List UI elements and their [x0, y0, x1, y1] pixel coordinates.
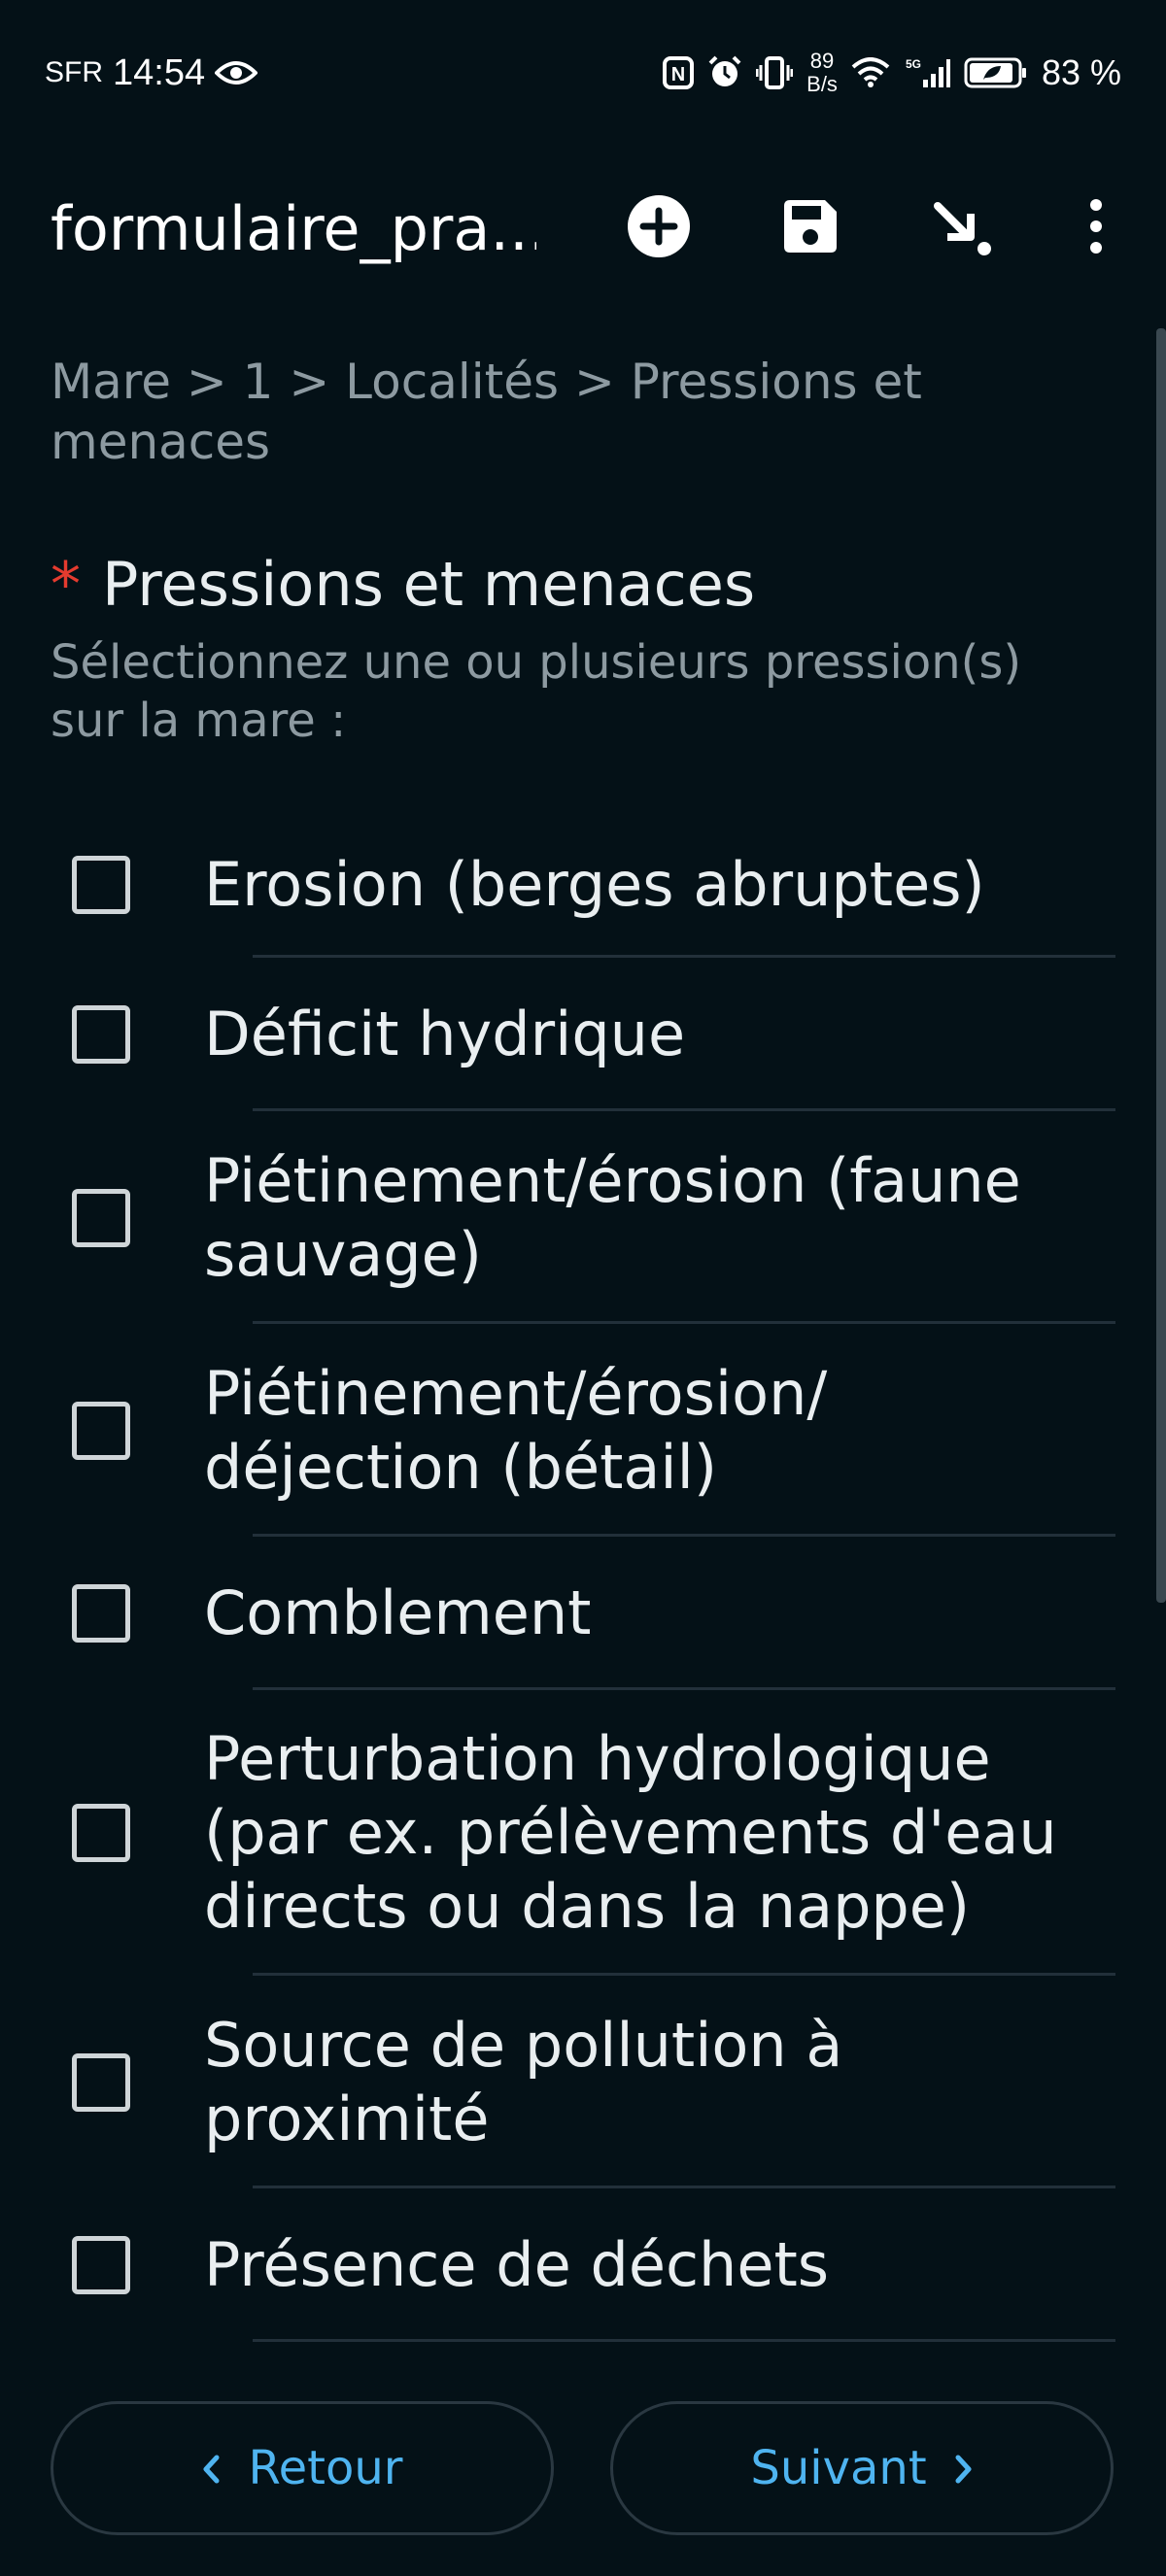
- next-button-label: Suivant: [750, 2441, 927, 2495]
- alarm-icon: [707, 55, 742, 90]
- more-options-button[interactable]: [1089, 199, 1103, 257]
- save-icon: [780, 196, 840, 260]
- option-dechets[interactable]: Présence de déchets: [0, 2188, 1166, 2342]
- nfc-icon: N: [663, 56, 695, 89]
- wifi-icon: [851, 57, 890, 88]
- next-button[interactable]: Suivant: [610, 2401, 1114, 2535]
- option-comblement[interactable]: Comblement: [0, 1537, 1166, 1690]
- network-speed-value: 89: [809, 49, 835, 73]
- chevron-left-icon: [201, 2441, 221, 2495]
- add-button[interactable]: [627, 194, 691, 262]
- checkbox[interactable]: [72, 1401, 130, 1460]
- option-label: Source de pollution à proximité: [204, 2009, 843, 2154]
- option-label: Présence de déchets: [204, 2229, 830, 2300]
- vibrate-icon: [756, 55, 794, 90]
- network-speed: 89 B/s: [806, 50, 838, 96]
- save-button[interactable]: [780, 196, 840, 260]
- question-hint: Sélectionnez une ou plusieurs pression(s…: [51, 635, 1022, 748]
- question-title: Pressions et menaces: [102, 549, 756, 620]
- battery-percentage: 83 %: [1041, 52, 1121, 92]
- option-pietinement-betail[interactable]: Piétinement/érosion/ déjection (bétail): [0, 1324, 1166, 1537]
- send-button[interactable]: [932, 196, 992, 260]
- download-arrow-icon: [932, 196, 992, 260]
- required-marker: *: [51, 549, 81, 620]
- option-deficit-hydrique[interactable]: Déficit hydrique: [0, 958, 1166, 1111]
- option-label: Erosion (berges abruptes): [204, 849, 985, 920]
- carrier-name: SFR: [45, 56, 103, 88]
- question-title-row: * Pressions et menaces: [51, 549, 755, 620]
- checkbox[interactable]: [72, 1804, 130, 1862]
- checkbox[interactable]: [72, 1188, 130, 1247]
- status-left: SFR 14:54: [45, 51, 258, 94]
- clock: 14:54: [113, 51, 206, 93]
- network-speed-unit: B/s: [806, 72, 838, 96]
- app-bar: formulaire_pra...: [0, 146, 1166, 311]
- status-bar: SFR 14:54 N 89 B/s 5G 83 %: [0, 0, 1166, 146]
- signal-5g-icon: 5G: [904, 56, 950, 89]
- option-label: Piétinement/érosion (faune sauvage): [204, 1144, 1021, 1290]
- battery-icon: [964, 56, 1028, 89]
- options-list: Erosion (berges abruptes) Déficit hydriq…: [0, 812, 1166, 2342]
- svg-text:N: N: [671, 64, 685, 85]
- checkbox[interactable]: [72, 1005, 130, 1064]
- breadcrumb: Mare > 1 > Localités > Pressions et mena…: [51, 354, 922, 470]
- svg-text:5G: 5G: [906, 57, 921, 71]
- checkbox[interactable]: [72, 2052, 130, 2112]
- more-vert-icon: [1089, 199, 1103, 257]
- option-label: Perturbation hydrologique (par ex. prélè…: [204, 1723, 1057, 1942]
- option-erosion[interactable]: Erosion (berges abruptes): [0, 812, 1166, 958]
- add-circle-icon: [627, 194, 691, 262]
- form-title: formulaire_pra...: [51, 192, 536, 264]
- option-source-pollution[interactable]: Source de pollution à proximité: [0, 1976, 1166, 2188]
- checkbox[interactable]: [72, 2236, 130, 2294]
- checkbox[interactable]: [72, 1584, 130, 1643]
- option-label: Comblement: [204, 1577, 592, 1648]
- option-label: Piétinement/érosion/ déjection (bétail): [204, 1357, 828, 1503]
- back-button[interactable]: Retour: [51, 2401, 554, 2535]
- eye-icon: [215, 58, 258, 87]
- divider: [253, 2339, 1115, 2342]
- option-perturbation-hydrologique[interactable]: Perturbation hydrologique (par ex. prélè…: [0, 1690, 1166, 1976]
- status-right: N 89 B/s 5G 83 %: [663, 50, 1121, 96]
- chevron-right-icon: [954, 2441, 974, 2495]
- checkbox[interactable]: [72, 856, 130, 914]
- back-button-label: Retour: [248, 2441, 403, 2495]
- option-pietinement-faune[interactable]: Piétinement/érosion (faune sauvage): [0, 1111, 1166, 1324]
- option-label: Déficit hydrique: [204, 999, 686, 1069]
